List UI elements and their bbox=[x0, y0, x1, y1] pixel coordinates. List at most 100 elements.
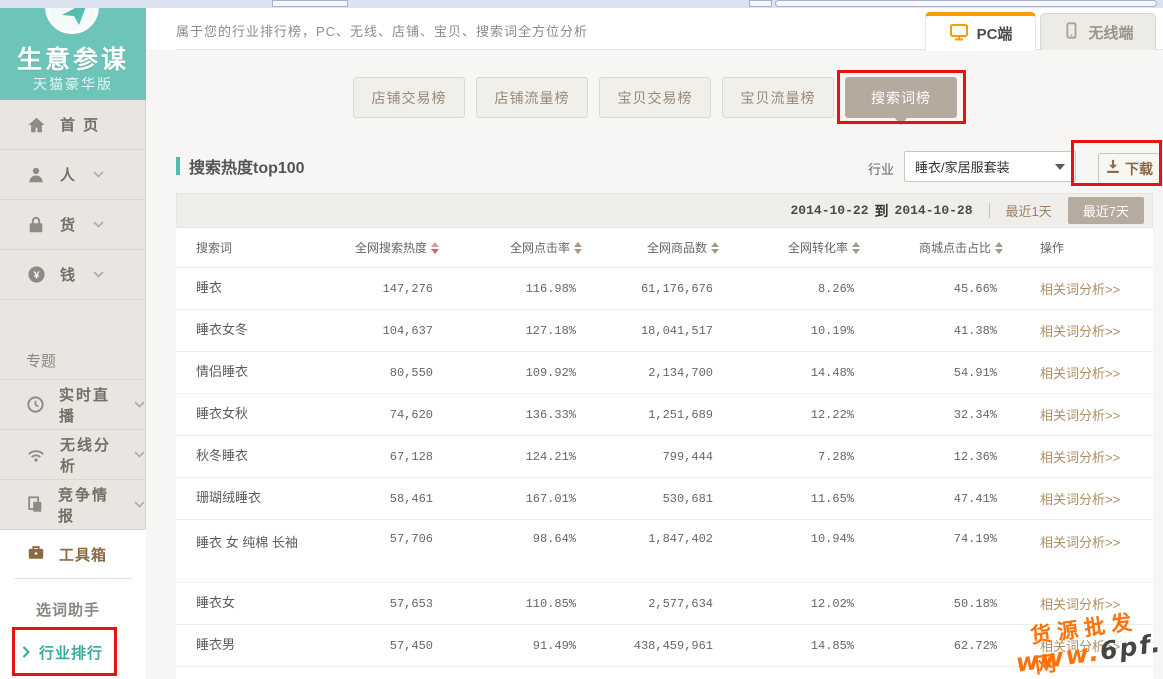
value-cell: 57,450 bbox=[341, 639, 441, 653]
value-cell: 54.91% bbox=[862, 366, 1005, 380]
board-tab-item-traffic[interactable]: 宝贝流量榜 bbox=[722, 77, 834, 118]
table-row: 珊瑚绒睡衣58,461167.01%530,68111.65%47.41%相关词… bbox=[176, 478, 1153, 520]
sidebar-item-goods[interactable]: 货 bbox=[0, 200, 145, 250]
tab-pc[interactable]: PC端 bbox=[925, 12, 1036, 51]
column-header-action: 操作 bbox=[1005, 239, 1153, 256]
sort-toggle[interactable] bbox=[852, 242, 860, 254]
bag-icon bbox=[26, 216, 46, 234]
sort-toggle[interactable] bbox=[711, 242, 719, 254]
related-words-link[interactable]: 相关词分析>> bbox=[1005, 447, 1153, 466]
download-button[interactable]: 下载 bbox=[1098, 153, 1160, 184]
value-cell: 32.34% bbox=[862, 408, 1005, 422]
sidebar-item-label: 选词助手 bbox=[36, 599, 100, 620]
value-cell: 98.64% bbox=[441, 520, 584, 546]
tab-label: PC端 bbox=[977, 23, 1013, 44]
sort-toggle[interactable] bbox=[574, 242, 582, 254]
chevron-down-icon bbox=[93, 171, 104, 178]
sidebar-item-people[interactable]: 人 bbox=[0, 150, 145, 200]
sidebar-item-home[interactable]: 首 页 bbox=[0, 100, 145, 150]
sidebar-item-label: 无线分析 bbox=[60, 434, 118, 476]
value-cell: 104,637 bbox=[341, 324, 441, 338]
industry-select-value: 睡衣/家居服套装 bbox=[915, 157, 1010, 176]
sidebar-item-label: 首 页 bbox=[60, 114, 100, 135]
value-cell: 530,681 bbox=[584, 492, 721, 506]
value-cell: 61,176,676 bbox=[584, 282, 721, 296]
svg-text:¥: ¥ bbox=[33, 270, 39, 281]
value-cell: 11.65% bbox=[721, 492, 862, 506]
chevron-down-icon bbox=[134, 401, 145, 408]
table-row: 睡衣女57,653110.85%2,577,63412.02%50.18%相关词… bbox=[176, 583, 1153, 625]
column-label: 全网商品数 bbox=[647, 239, 707, 256]
date-range-end: 2014-10-28 bbox=[895, 203, 973, 218]
tab-wireless[interactable]: 无线端 bbox=[1040, 13, 1156, 50]
page-description: 属于您的行业排行榜，PC、无线、店铺、宝贝、搜索词全方位分析 bbox=[176, 21, 588, 40]
related-words-link[interactable]: 相关词分析>> bbox=[1005, 363, 1153, 382]
related-words-link[interactable]: 相关词分析>> bbox=[1005, 279, 1153, 298]
last-7-days-button[interactable]: 最近7天 bbox=[1068, 197, 1144, 224]
value-cell: 57,653 bbox=[341, 597, 441, 611]
sidebar-item-money[interactable]: ¥ 钱 bbox=[0, 250, 145, 300]
table-row: 睡衣女秋74,620136.33%1,251,68912.22%32.34%相关… bbox=[176, 394, 1153, 436]
column-header-keyword: 搜索词 bbox=[176, 239, 341, 256]
related-words-link[interactable]: 相关词分析>> bbox=[1005, 321, 1153, 340]
value-cell: 127.18% bbox=[441, 324, 584, 338]
related-words-link[interactable]: 相关词分析>> bbox=[1005, 636, 1153, 655]
main-content: 属于您的行业排行榜，PC、无线、店铺、宝贝、搜索词全方位分析 PC端 无线端 店… bbox=[146, 8, 1163, 679]
browser-artifact bbox=[749, 0, 772, 7]
value-cell: 1,251,689 bbox=[584, 408, 721, 422]
sidebar-item-competitor[interactable]: 竞争情报 bbox=[0, 480, 145, 530]
value-cell: 14.48% bbox=[721, 366, 862, 380]
value-cell: 8.26% bbox=[721, 282, 862, 296]
board-tab-shop-trade[interactable]: 店铺交易榜 bbox=[353, 77, 465, 118]
date-bar: 2014-10-22 到 2014-10-28 最近1天 最近7天 bbox=[176, 193, 1153, 228]
sidebar-item-label: 人 bbox=[60, 164, 77, 185]
related-words-link[interactable]: 相关词分析>> bbox=[1005, 594, 1153, 613]
value-cell: 80,550 bbox=[341, 366, 441, 380]
column-label: 商城点击占比 bbox=[919, 239, 991, 256]
column-label: 全网点击率 bbox=[510, 239, 570, 256]
sidebar-item-industry-rank[interactable]: 行业排行 bbox=[0, 635, 146, 669]
briefcase-icon bbox=[26, 543, 46, 566]
browser-address-bar bbox=[775, 0, 1157, 7]
sidebar-item-word-helper[interactable]: 选词助手 bbox=[0, 595, 146, 623]
sidebar-item-wireless[interactable]: 无线分析 bbox=[0, 430, 145, 480]
title-accent-bar bbox=[176, 157, 180, 175]
sidebar-item-label: 货 bbox=[60, 214, 77, 235]
value-cell: 18,041,517 bbox=[584, 324, 721, 338]
home-icon bbox=[26, 116, 46, 134]
coin-icon: ¥ bbox=[26, 265, 46, 284]
value-cell: 2,577,634 bbox=[584, 597, 721, 611]
tab-label: 无线端 bbox=[1088, 22, 1133, 43]
related-words-link[interactable]: 相关词分析>> bbox=[1005, 520, 1153, 551]
last-1-day-button[interactable]: 最近1天 bbox=[1006, 201, 1052, 220]
table-row: 睡衣147,276116.98%61,176,6768.26%45.66%相关词… bbox=[176, 268, 1153, 310]
table-row: 睡衣女冬104,637127.18%18,041,51710.19%41.38%… bbox=[176, 310, 1153, 352]
related-words-link[interactable]: 相关词分析>> bbox=[1005, 489, 1153, 508]
keyword-cell: 睡衣女冬 bbox=[176, 319, 316, 341]
board-tab-search-words[interactable]: 搜索词榜 bbox=[845, 77, 957, 118]
related-words-link[interactable]: 相关词分析>> bbox=[1005, 405, 1153, 424]
value-cell: 67,128 bbox=[341, 450, 441, 464]
sidebar-spacer bbox=[0, 300, 145, 342]
board-tab-shop-traffic[interactable]: 店铺流量榜 bbox=[476, 77, 588, 118]
industry-select[interactable]: 睡衣/家居服套装 bbox=[904, 151, 1076, 182]
divider bbox=[14, 578, 132, 579]
sidebar-item-toolbox[interactable]: 工具箱 bbox=[0, 530, 146, 578]
value-cell: 116.98% bbox=[441, 282, 584, 296]
browser-artifact bbox=[272, 0, 348, 7]
column-header-ctr: 全网点击率 bbox=[441, 239, 584, 256]
table-body: 睡衣147,276116.98%61,176,6768.26%45.66%相关词… bbox=[176, 268, 1153, 667]
value-cell: 12.36% bbox=[862, 450, 1005, 464]
table-row: 秋冬睡衣67,128124.21%799,4447.28%12.36%相关词分析… bbox=[176, 436, 1153, 478]
sidebar-item-live[interactable]: 实时直播 bbox=[0, 380, 145, 430]
chevron-down-icon bbox=[134, 451, 145, 458]
sort-toggle[interactable] bbox=[995, 242, 1003, 254]
sidebar-item-label: 工具箱 bbox=[59, 544, 107, 565]
value-cell: 10.19% bbox=[721, 324, 862, 338]
person-icon bbox=[26, 166, 46, 184]
sort-toggle[interactable] bbox=[431, 242, 439, 254]
table-row: 睡衣 女 纯棉 长袖57,70698.64%1,847,40210.94%74.… bbox=[176, 520, 1153, 583]
board-tab-row: 店铺交易榜 店铺流量榜 宝贝交易榜 宝贝流量榜 搜索词榜 bbox=[353, 77, 957, 118]
board-tab-item-trade[interactable]: 宝贝交易榜 bbox=[599, 77, 711, 118]
sidebar: 生意参谋 天猫豪华版 首 页 人 货 ¥ 钱 bbox=[0, 8, 146, 679]
